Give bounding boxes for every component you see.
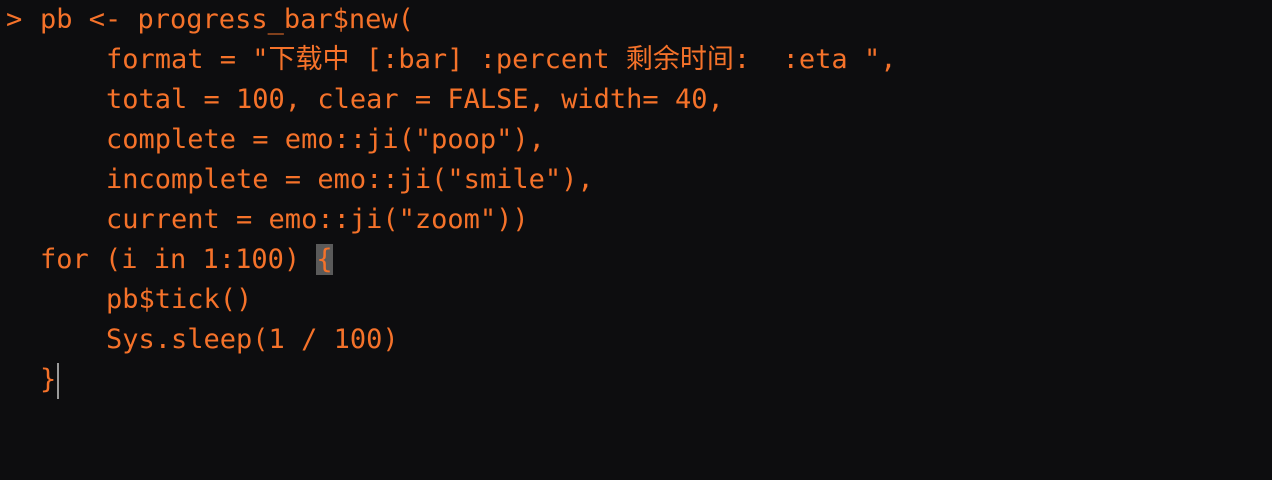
code-text: }	[40, 364, 57, 395]
code-text: total = 100, clear = FALSE, width= 40,	[106, 84, 724, 115]
console-line-2: format = "下载中 [:bar] :percent 剩余时间: :eta…	[0, 40, 896, 80]
code-text: pb$tick()	[106, 284, 253, 315]
console-line-5: incomplete = emo::ji("smile"),	[0, 160, 594, 200]
console-line-8: pb$tick()	[0, 280, 252, 320]
r-console[interactable]: > pb <- progress_bar$new( format = "下载中 […	[0, 0, 1272, 480]
prompt-symbol: >	[6, 4, 23, 35]
matched-brace-highlight: {	[316, 244, 333, 275]
console-line-10: }	[0, 360, 60, 400]
console-line-9: Sys.sleep(1 / 100)	[0, 320, 399, 360]
console-line-1: > pb <- progress_bar$new(	[0, 0, 414, 40]
code-text: pb <- progress_bar$new(	[40, 4, 414, 35]
code-text: current = emo::ji("zoom"))	[106, 204, 529, 235]
code-text: format = "下载中 [:bar] :percent 剩余时间: :eta…	[106, 44, 897, 75]
console-line-6: current = emo::ji("zoom"))	[0, 200, 529, 240]
code-text: complete = emo::ji("poop"),	[106, 124, 545, 155]
text-cursor	[57, 362, 60, 399]
console-line-3: total = 100, clear = FALSE, width= 40,	[0, 80, 724, 120]
code-text: Sys.sleep(1 / 100)	[106, 324, 399, 355]
code-text: for (i in 1:100)	[40, 244, 317, 275]
console-line-4: complete = emo::ji("poop"),	[0, 120, 545, 160]
code-text: incomplete = emo::ji("smile"),	[106, 164, 594, 195]
console-line-7: for (i in 1:100) {	[0, 240, 333, 280]
